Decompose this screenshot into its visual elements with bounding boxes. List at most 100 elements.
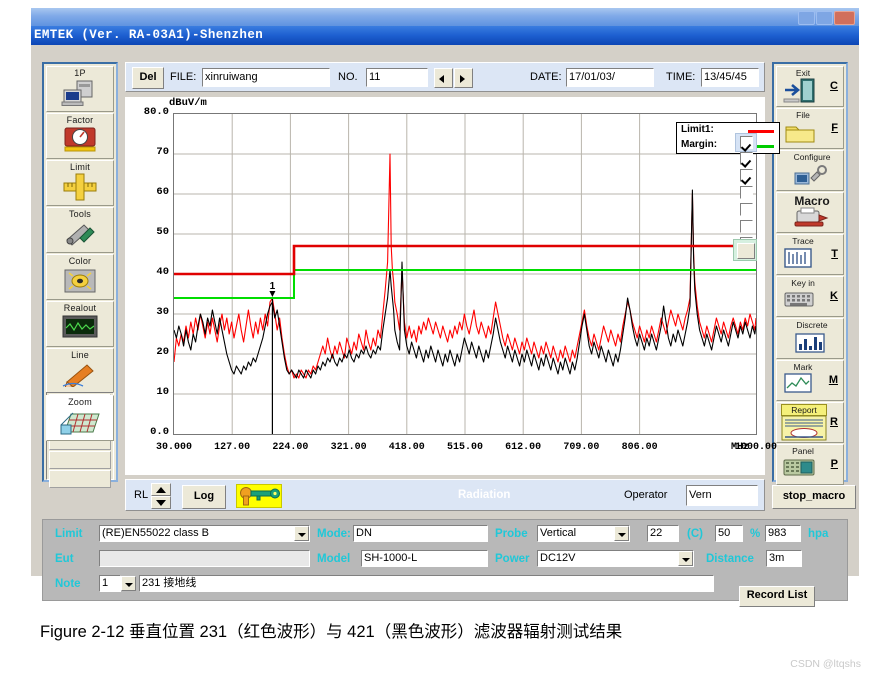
y-axis-tick: 80.0 xyxy=(143,106,169,118)
y-axis-tick: 70 xyxy=(156,146,169,158)
record-list-button[interactable]: Record List xyxy=(739,586,815,607)
zoom-grid-icon xyxy=(47,408,113,440)
power-dropdown-arrow-icon[interactable] xyxy=(678,551,693,566)
power-label: Power xyxy=(495,553,530,565)
note-index-select[interactable]: 1 xyxy=(99,575,121,592)
x-axis-tick: 321.00 xyxy=(330,442,367,453)
previous-record-button[interactable] xyxy=(434,68,453,88)
reference-level-label: RL xyxy=(134,489,149,501)
mark-chart-icon xyxy=(783,372,813,399)
report-icon xyxy=(781,415,827,442)
mark-button-label: Mark xyxy=(793,362,813,372)
legend-label-margin: Margin: xyxy=(681,139,718,150)
legend-label-limit: Limit1: xyxy=(681,124,714,135)
limit-select[interactable]: (RE)EN55022 class B xyxy=(99,525,310,542)
svg-text:1: 1 xyxy=(270,281,276,292)
panel-button-label: Panel xyxy=(792,446,814,456)
configure-button[interactable]: Configure xyxy=(776,150,844,191)
test-parameters-panel: Limit (RE)EN55022 class B Mode: DN Probe… xyxy=(42,519,848,607)
macro-button[interactable]: Macro xyxy=(776,192,844,233)
x-axis-unit-label: MHz xyxy=(731,442,750,453)
y-axis-tick: 30 xyxy=(156,306,169,318)
date-input[interactable]: 17/01/03/ xyxy=(566,68,654,87)
y-axis-tick: 50 xyxy=(156,226,169,238)
pressure-input[interactable]: 983 xyxy=(765,525,801,542)
distance-label: Distance xyxy=(706,553,754,565)
macro-button-label: Macro xyxy=(794,194,830,208)
mode-input[interactable]: DN xyxy=(353,525,488,542)
left-button-label: Limit xyxy=(69,162,90,172)
left-toolbar: 1P Factor Limit Tools Color Realout Line… xyxy=(42,62,118,488)
left-button-1p[interactable]: 1P xyxy=(46,66,114,112)
left-button-color[interactable]: Color xyxy=(46,254,114,300)
panel-button[interactable]: Panel P xyxy=(776,444,844,485)
delete-button[interactable]: Del xyxy=(132,67,164,89)
y-axis-tick: 0.0 xyxy=(150,426,169,438)
operator-label: Operator xyxy=(624,489,668,501)
trace-checkbox-1[interactable] xyxy=(740,136,753,149)
file-button[interactable]: File F xyxy=(776,108,844,149)
reference-level-stepper[interactable] xyxy=(151,483,171,509)
stop-macro-button[interactable]: stop_macro xyxy=(772,485,856,509)
left-button-realout[interactable]: Realout xyxy=(46,301,114,347)
file-info-bar: Del FILE: xinruiwang NO. 11 DATE: 17/01/… xyxy=(125,62,765,92)
trace-button-label: Trace xyxy=(792,236,814,246)
operator-input[interactable]: Vern xyxy=(686,485,758,506)
left-button-label: 1P xyxy=(74,68,86,78)
discrete-button[interactable]: Discrete xyxy=(776,318,844,359)
humidity-input[interactable]: 50 xyxy=(715,525,743,542)
mark-button[interactable]: Mark M xyxy=(776,360,844,401)
eut-input[interactable] xyxy=(99,550,310,567)
note-input[interactable]: 231 接地线 xyxy=(139,575,714,592)
trace-checkbox-3[interactable] xyxy=(740,169,753,182)
trace-checkbox-5[interactable] xyxy=(740,203,753,216)
left-button-line[interactable]: Line xyxy=(46,348,114,394)
minimize-button[interactable] xyxy=(798,11,815,25)
temperature-input[interactable]: 22 xyxy=(647,525,679,542)
time-input[interactable]: 13/45/45 xyxy=(701,68,759,87)
exit-button[interactable]: Exit C xyxy=(776,66,844,107)
plot-area[interactable]: 1 Limit1: Margin: xyxy=(173,113,780,435)
macro-printer-icon xyxy=(791,207,831,232)
trace-extra-button[interactable] xyxy=(733,239,757,261)
report-button[interactable]: Report R xyxy=(776,402,844,443)
record-number-input[interactable]: 11 xyxy=(366,68,428,87)
limit-dropdown-arrow-icon[interactable] xyxy=(294,526,309,541)
legend-row-margin: Margin: xyxy=(677,138,779,153)
key-icon[interactable] xyxy=(236,484,282,508)
trace-checkbox-4[interactable] xyxy=(740,186,753,199)
model-input[interactable]: SH-1000-L xyxy=(361,550,488,567)
humidity-unit-label: % xyxy=(750,528,761,540)
reference-level-up-button[interactable] xyxy=(151,483,171,496)
file-input[interactable]: xinruiwang xyxy=(202,68,330,87)
watermark: CSDN @ltqshs xyxy=(790,658,861,670)
pencil-icon xyxy=(47,361,113,392)
trace-button[interactable]: Trace T xyxy=(776,234,844,275)
x-axis-tick: 709.00 xyxy=(563,442,600,453)
left-button-label: Factor xyxy=(66,115,94,125)
note-label: Note xyxy=(55,578,81,590)
probe-dropdown-arrow-icon[interactable] xyxy=(614,526,629,541)
left-button-tools[interactable]: Tools xyxy=(46,207,114,253)
log-button[interactable]: Log xyxy=(182,485,226,509)
title-bar: EMTEK (Ver. RA-03A1)-Shenzhen xyxy=(31,26,859,45)
panel-button-key: P xyxy=(830,458,838,470)
next-record-button[interactable] xyxy=(454,68,473,88)
chart-legend: Limit1: Margin: xyxy=(676,122,780,154)
wrench-icon xyxy=(47,220,113,252)
plot-svg: 1 xyxy=(174,114,756,434)
close-button[interactable] xyxy=(834,11,855,25)
left-button-zoom[interactable]: Zoom xyxy=(46,395,114,441)
reference-level-down-button[interactable] xyxy=(151,496,171,509)
left-button-limit[interactable]: Limit xyxy=(46,160,114,206)
power-select[interactable]: DC12V xyxy=(537,550,694,567)
left-button-factor[interactable]: Factor xyxy=(46,113,114,159)
maximize-button[interactable] xyxy=(816,11,833,25)
keyin-button[interactable]: Key in K xyxy=(776,276,844,317)
keyin-button-key: K xyxy=(830,290,838,302)
distance-input[interactable]: 3m xyxy=(766,550,802,567)
trace-checkbox-6[interactable] xyxy=(740,220,753,233)
note-dropdown-arrow-icon[interactable] xyxy=(121,576,136,591)
trace-checkbox-2[interactable] xyxy=(740,152,753,165)
file-button-key: F xyxy=(831,122,838,134)
